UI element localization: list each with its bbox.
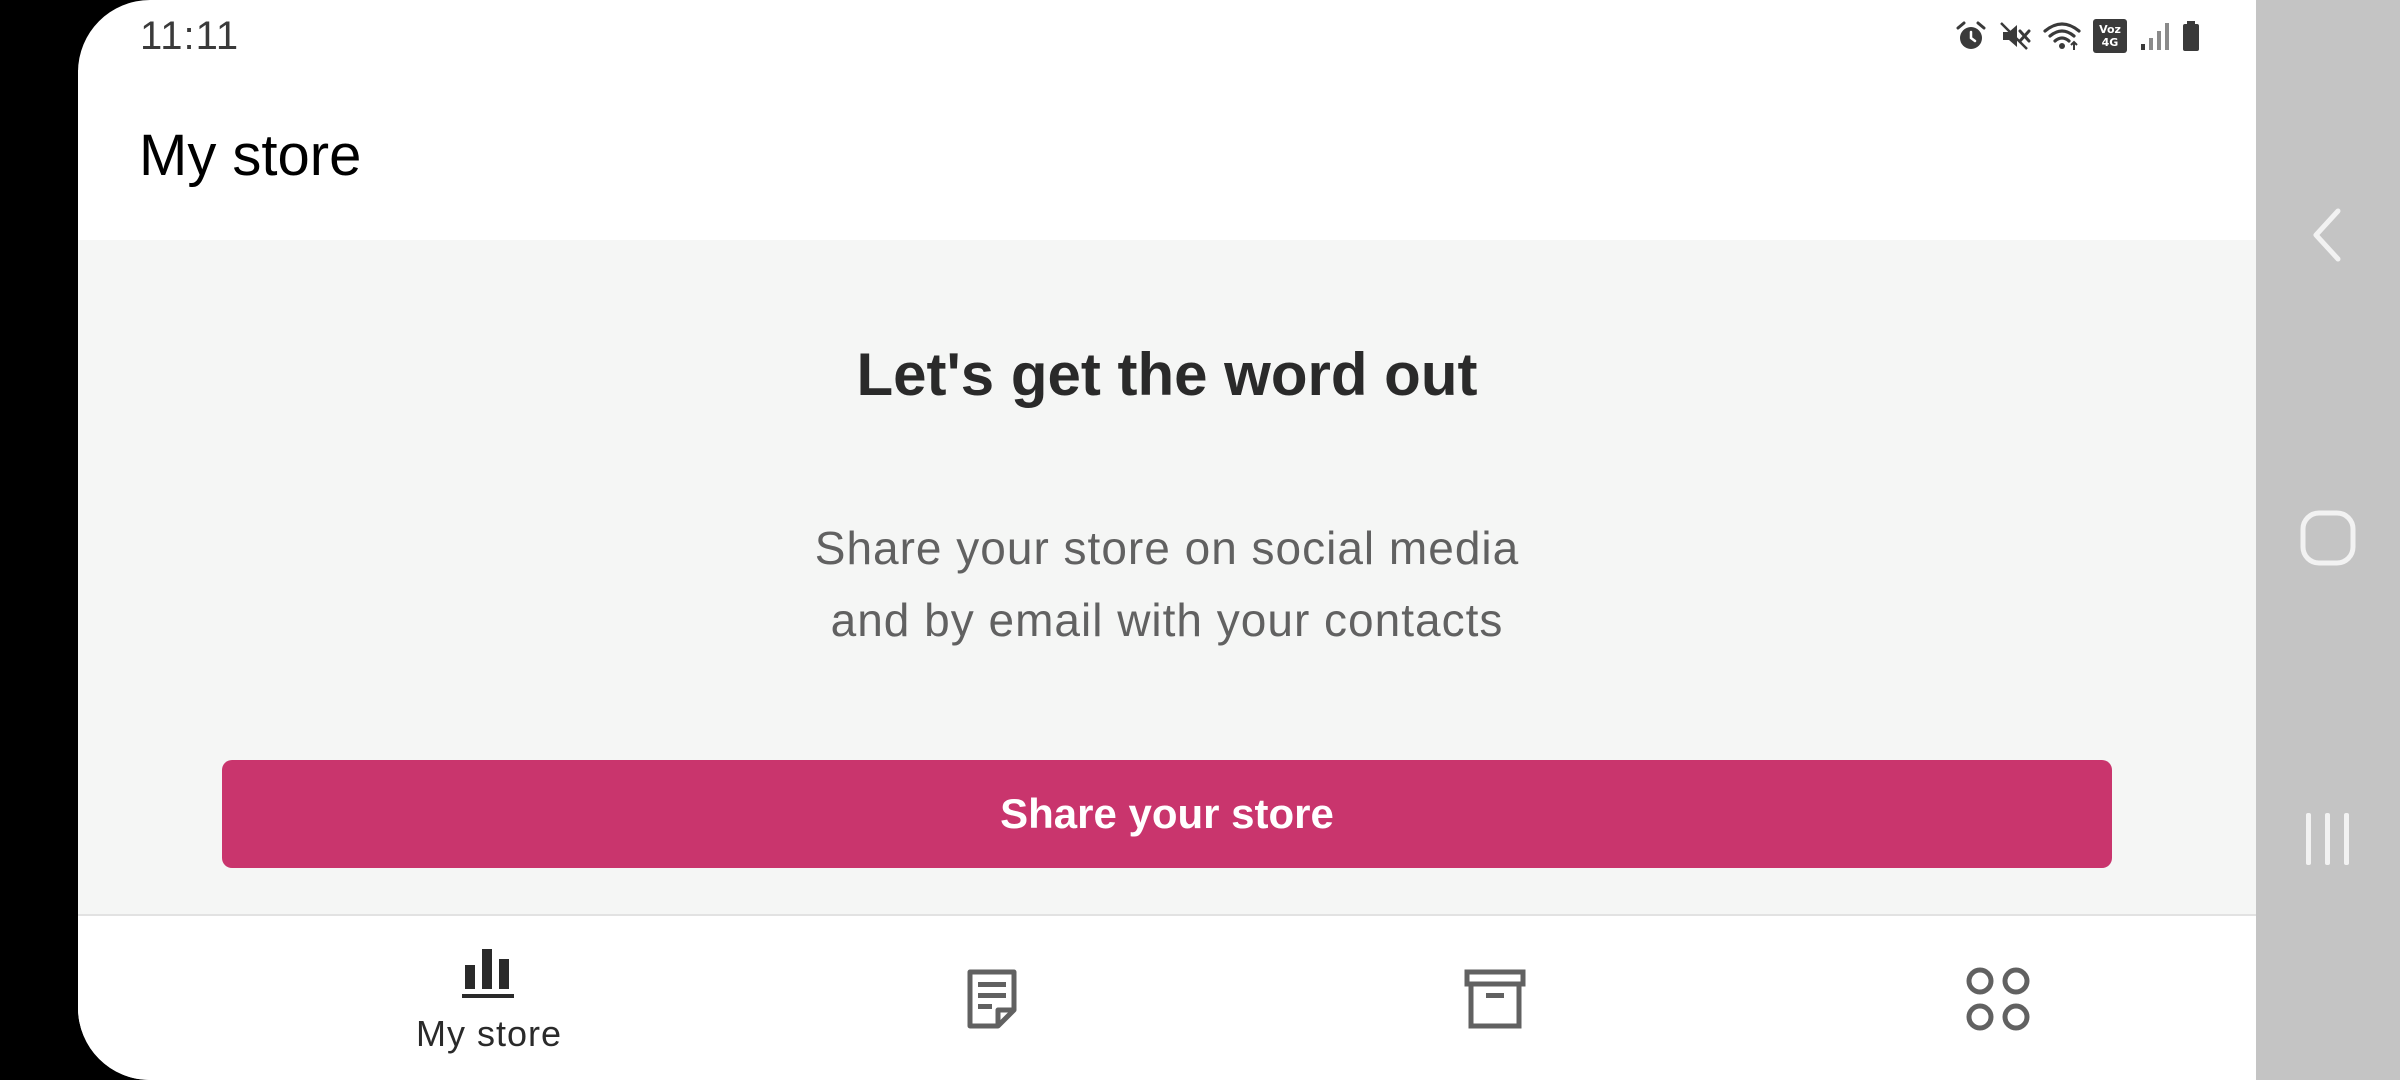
- system-navigation-bar: [2256, 0, 2400, 1080]
- nav-label-my-store: My store: [415, 1013, 563, 1054]
- share-store-button[interactable]: Share your store: [222, 760, 2112, 868]
- promo-title: Let's get the word out: [856, 341, 1478, 408]
- wifi-icon: [2043, 22, 2081, 50]
- bottom-navigation: My store: [78, 914, 2256, 1080]
- system-home-button[interactable]: [2256, 478, 2400, 598]
- mute-icon: [2000, 22, 2031, 50]
- battery-icon: [2183, 21, 2199, 51]
- alarm-icon: [1956, 21, 1986, 49]
- nav-item-menu[interactable]: [1848, 916, 2148, 1080]
- app-screen: 11:11 Voz 4G My store Let's get the word…: [78, 0, 2256, 1080]
- lte-bottom-label: 4G: [2101, 36, 2119, 49]
- lte-top-label: Voz: [2099, 23, 2121, 36]
- nav-item-orders[interactable]: [842, 916, 1142, 1080]
- recents-icon: [2306, 813, 2349, 865]
- system-back-button[interactable]: [2256, 175, 2400, 295]
- promo-description: Share your store on social media and by …: [78, 512, 2256, 656]
- menu-grid-icon: [1966, 967, 2030, 1031]
- bar-chart-icon: [462, 949, 514, 998]
- home-icon: [2300, 510, 2356, 566]
- orders-note-icon: [967, 969, 1017, 1029]
- signal-icon: [2141, 23, 2169, 50]
- volte-4g-icon: Voz 4G: [2093, 19, 2127, 53]
- status-bar: 11:11 Voz 4G: [78, 0, 2256, 70]
- promo-section: Let's get the word out Share your store …: [78, 240, 2256, 914]
- promo-line-2: and by email with your contacts: [830, 594, 1504, 646]
- products-archive-icon: [1464, 969, 1526, 1029]
- status-icons: Voz 4G: [1955, 18, 2201, 54]
- back-icon: [2313, 208, 2341, 262]
- status-time: 11:11: [140, 14, 240, 58]
- nav-item-products[interactable]: [1345, 916, 1645, 1080]
- nav-item-my-store[interactable]: My store: [339, 916, 639, 1080]
- promo-line-1: Share your store on social media: [814, 522, 1520, 574]
- system-recents-button[interactable]: [2256, 779, 2400, 899]
- page-title: My store: [139, 123, 362, 188]
- app-bar: My store: [78, 70, 2256, 240]
